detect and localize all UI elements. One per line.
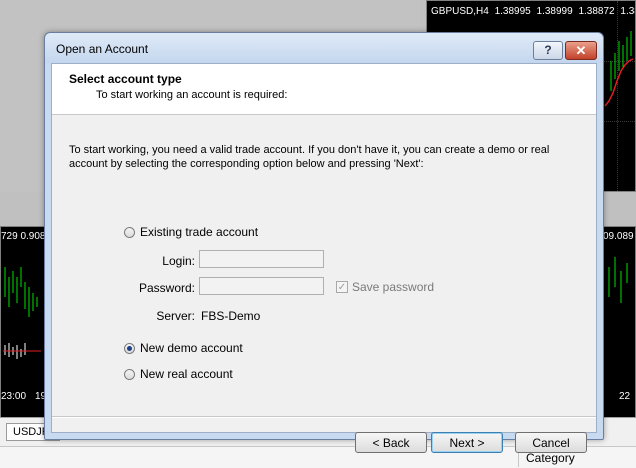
dialog-title: Open an Account <box>56 42 149 56</box>
password-label: Password: <box>138 281 195 295</box>
intro-text: To start working, you need a valid trade… <box>69 144 550 170</box>
chart-left[interactable]: 729 0.9083 23:00 19 <box>0 226 46 418</box>
chart-left-plot <box>3 267 41 359</box>
wizard-header-title: Select account type <box>69 72 182 86</box>
chart-right-time: 22 <box>619 391 631 402</box>
chart-left-time-1: 23:00 <box>1 391 27 402</box>
wizard-header-subtitle: To start working an account is required: <box>96 89 288 101</box>
cancel-button[interactable]: Cancel <box>515 432 587 453</box>
open-account-dialog: Open an Account ? ✕ Select account type … <box>44 32 604 453</box>
back-button[interactable]: < Back <box>355 432 427 453</box>
save-password-checkbox[interactable]: ✓ <box>336 281 348 293</box>
radio-demo-account[interactable]: New demo account <box>124 341 243 355</box>
chart-right[interactable]: 09.089 22 <box>602 226 636 418</box>
save-password-label: Save password <box>352 280 435 294</box>
footer-separator <box>52 416 596 418</box>
radio-demo-account-indicator[interactable] <box>124 342 135 354</box>
login-label: Login: <box>162 254 195 268</box>
wizard-header: Select account type To start working an … <box>52 64 596 115</box>
dialog-titlebar[interactable]: Open an Account ? ✕ <box>45 33 603 63</box>
close-button[interactable]: ✕ <box>565 41 597 60</box>
login-field[interactable] <box>199 250 324 268</box>
password-field[interactable] <box>199 277 324 295</box>
radio-existing-account[interactable]: Existing trade account <box>124 225 258 239</box>
radio-real-account[interactable]: New real account <box>124 367 233 381</box>
radio-existing-account-label: Existing trade account <box>140 225 259 239</box>
server-value: FBS-Demo <box>201 309 261 323</box>
radio-existing-account-indicator[interactable] <box>124 226 135 238</box>
help-button[interactable]: ? <box>533 41 563 60</box>
server-label: Server: <box>156 309 195 323</box>
radio-real-account-label: New real account <box>140 367 233 381</box>
dialog-client-area: Select account type To start working an … <box>51 63 597 453</box>
radio-demo-account-label: New demo account <box>140 341 243 355</box>
chart-right-plot <box>608 257 628 303</box>
radio-real-account-indicator[interactable] <box>124 368 135 380</box>
next-button[interactable]: Next > <box>431 432 503 453</box>
